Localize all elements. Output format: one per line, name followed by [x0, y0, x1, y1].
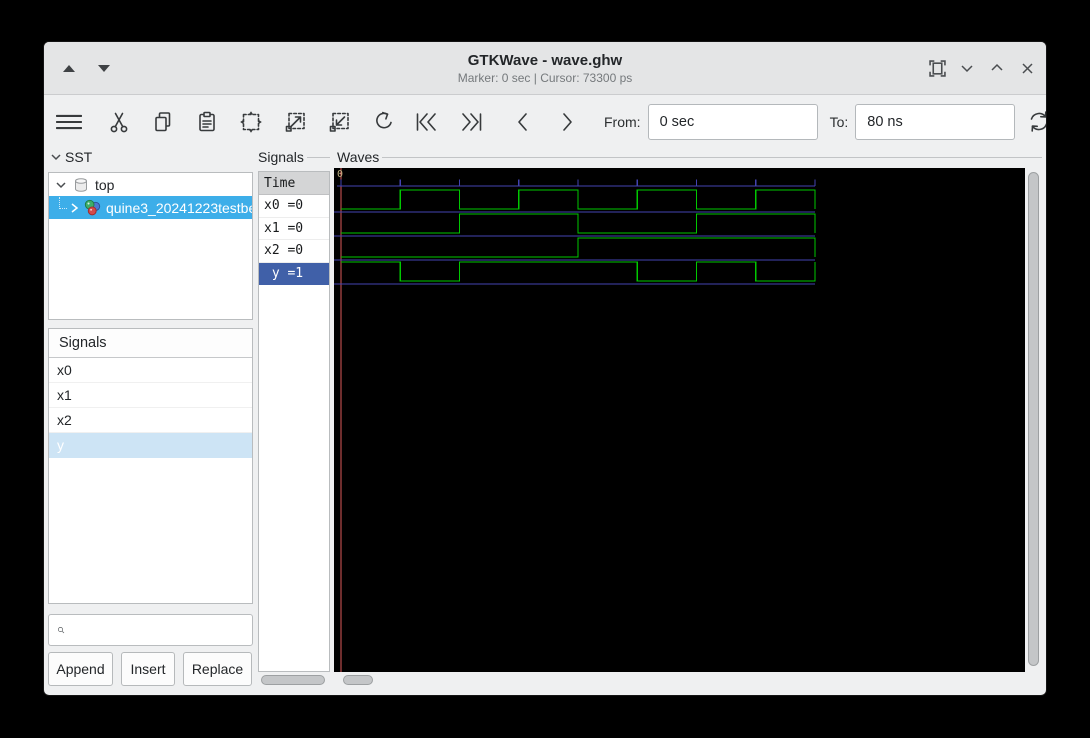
signals-frame-label: Signals	[258, 149, 330, 165]
fullscreen-button[interactable]	[924, 55, 950, 81]
signal-item-x2[interactable]: x2	[49, 408, 252, 433]
expander-right-icon[interactable]	[69, 202, 80, 214]
wave-row-x0[interactable]: x0 =0	[259, 195, 329, 218]
copy-button[interactable]	[150, 109, 176, 135]
close-button[interactable]	[1014, 55, 1040, 81]
signals-header-label: Signals	[59, 335, 107, 351]
sst-label: SST	[65, 149, 93, 165]
zoom-out-icon	[329, 112, 349, 132]
signal-names-hscrollbar[interactable]	[258, 673, 330, 688]
sst-tree: top quine3_20241223testbe	[48, 172, 253, 320]
wave-canvas-svg	[334, 168, 816, 672]
tree-guide-line	[59, 196, 67, 209]
chevron-up-icon	[991, 63, 1003, 71]
module-spheres-icon	[84, 199, 101, 216]
to-input[interactable]	[855, 103, 1016, 140]
wave-row-x2[interactable]: x2 =0	[259, 240, 329, 263]
toolbar: From: To:	[44, 96, 1046, 147]
window-title: GTKWave - wave.ghw	[467, 52, 623, 69]
chevron-down-icon	[961, 65, 973, 73]
wave-canvas[interactable]: 0	[334, 168, 1025, 672]
skip-to-start-icon	[416, 112, 436, 131]
append-button[interactable]: Append	[48, 652, 113, 686]
zoom-in-button[interactable]	[282, 109, 308, 135]
undo-arrow-icon	[375, 111, 392, 129]
signal-label: x0	[57, 362, 72, 378]
search-icon	[57, 626, 65, 634]
signal-item-y[interactable]: y	[49, 433, 252, 458]
to-label: To:	[829, 113, 849, 130]
go-to-start-button[interactable]	[414, 109, 440, 135]
scrollbar-thumb[interactable]	[1028, 172, 1039, 666]
tree-item-top[interactable]: top	[49, 173, 252, 196]
append-label: Append	[56, 661, 105, 677]
wave-signal-names: Time x0 =0 x1 =0 x2 =0 y =1	[258, 171, 330, 672]
signal-item-x1[interactable]: x1	[49, 383, 252, 408]
frame-line	[382, 156, 1042, 158]
signal-search-container	[48, 614, 253, 646]
previous-edge-button[interactable]	[510, 109, 536, 135]
menu-button[interactable]	[56, 109, 82, 135]
chevron-right-icon	[563, 112, 572, 131]
signal-item-x0[interactable]: x0	[49, 358, 252, 383]
tree-item-quine3-testbench[interactable]: quine3_20241223testbe	[49, 196, 252, 219]
insert-label: Insert	[130, 661, 166, 677]
scrollbar-thumb[interactable]	[343, 675, 373, 685]
signals-column-header[interactable]: Signals	[49, 329, 252, 358]
gtkwave-window: GTKWave - wave.ghw Marker: 0 sec | Curso…	[44, 42, 1046, 695]
paste-button[interactable]	[194, 109, 220, 135]
maximize-button[interactable]	[984, 55, 1010, 81]
signal-label: x1	[57, 387, 72, 403]
timeline-origin-label: 0	[337, 169, 344, 180]
zoom-out-button[interactable]	[326, 109, 352, 135]
waves-vscrollbar[interactable]	[1026, 168, 1042, 672]
scissors-icon	[110, 112, 128, 132]
scrollbar-thumb[interactable]	[261, 675, 325, 685]
reload-icon	[1030, 111, 1046, 132]
tree-item-label: quine3_20241223testbe	[106, 199, 253, 216]
minimize-button[interactable]	[954, 55, 980, 81]
frame-line	[306, 156, 330, 158]
go-to-end-button[interactable]	[458, 109, 484, 135]
fullscreen-icon	[928, 59, 946, 77]
next-edge-button[interactable]	[554, 109, 580, 135]
zoom-fit-icon	[240, 110, 262, 133]
wave-row-x1[interactable]: x1 =0	[259, 218, 329, 240]
sst-signals-list: Signals x0 x1 x2 y	[48, 328, 253, 604]
sst-section-header[interactable]: SST	[50, 149, 92, 165]
zoom-in-icon	[285, 112, 305, 132]
marker-cursor-status: Marker: 0 sec | Cursor: 73300 ps	[457, 71, 633, 85]
signals-frame-text: Signals	[258, 149, 304, 165]
chevron-left-icon	[518, 112, 527, 131]
scope-cylinder-icon	[75, 177, 87, 192]
close-icon	[1021, 62, 1033, 74]
waves-hscrollbar[interactable]	[334, 673, 1042, 688]
from-input[interactable]	[647, 103, 818, 140]
zoom-fit-button[interactable]	[238, 109, 264, 135]
waves-frame-text: Waves	[337, 149, 380, 165]
time-column-header: Time	[259, 172, 329, 195]
waves-frame-label: Waves	[337, 149, 1042, 165]
wave-row-y[interactable]: y =1	[259, 262, 329, 285]
hamburger-menu-icon	[56, 114, 82, 129]
undo-button[interactable]	[370, 109, 396, 135]
insert-button[interactable]: Insert	[121, 652, 175, 686]
replace-button[interactable]: Replace	[183, 652, 252, 686]
titlebar[interactable]: GTKWave - wave.ghw Marker: 0 sec | Curso…	[44, 42, 1046, 95]
clipboard-paste-icon	[199, 111, 215, 131]
skip-to-end-icon	[462, 112, 482, 131]
signal-search-input[interactable]	[71, 615, 252, 645]
copy-icon	[155, 111, 171, 131]
signal-label: y	[57, 437, 64, 453]
expander-down-icon	[51, 154, 61, 161]
expander-down-icon[interactable]	[55, 179, 67, 191]
from-label: From:	[604, 113, 641, 130]
replace-label: Replace	[191, 661, 244, 677]
reload-button[interactable]	[1026, 109, 1046, 135]
cut-button[interactable]	[106, 109, 132, 135]
signal-label: x2	[57, 412, 72, 428]
tree-item-label: top	[95, 176, 115, 193]
